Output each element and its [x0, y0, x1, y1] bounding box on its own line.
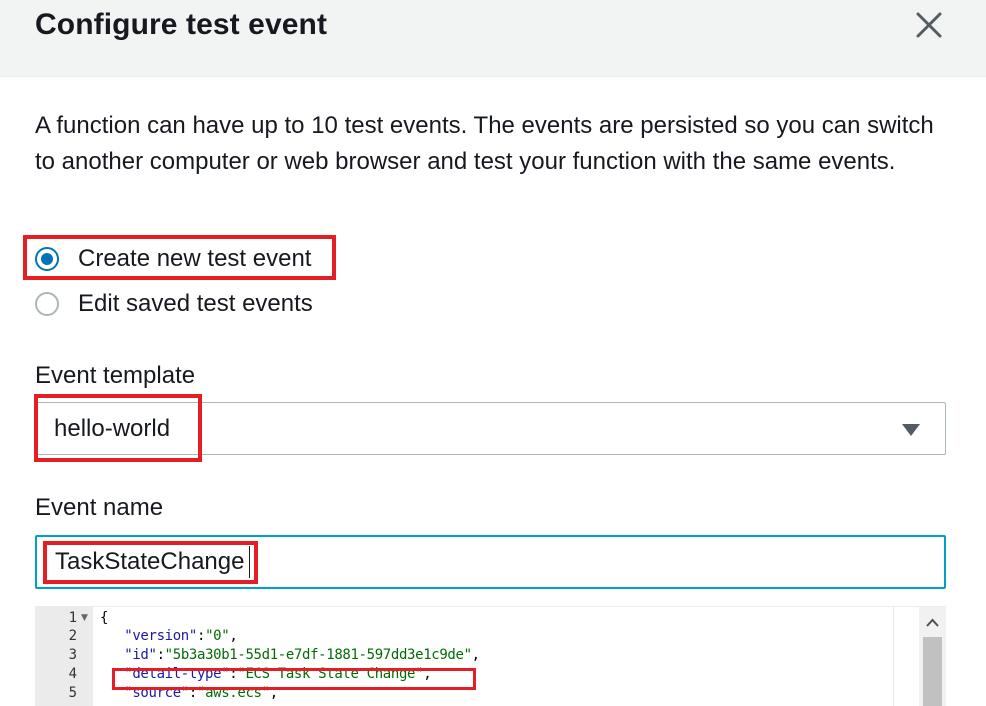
event-template-label: Event template [35, 362, 196, 389]
edit-saved-test-events-option[interactable]: Edit saved test events [35, 288, 313, 320]
json-key: "source" [124, 685, 189, 701]
print-margin [893, 607, 894, 706]
editor-gutter: 1 ▼ 2 3 4 5 [35, 607, 93, 706]
edit-saved-test-events-radio[interactable] [35, 292, 59, 316]
json-value: "aws.ecs" [196, 685, 270, 701]
close-button[interactable] [910, 6, 948, 44]
code-line: "id":"5b3a30b1-55d1-e7df-1881-597dd3e1c9… [124, 647, 480, 663]
edit-saved-test-events-label: Edit saved test events [78, 290, 313, 317]
json-value: "ECS Task State Change" [237, 666, 424, 682]
text-cursor [249, 546, 250, 578]
close-icon [916, 12, 942, 38]
create-new-test-event-option[interactable]: Create new test event [35, 243, 311, 275]
code-editor[interactable]: 1 ▼ 2 3 4 5 { "version":"0", "id":"5b3a3… [35, 606, 946, 706]
dialog-header: Configure test event [0, 0, 986, 77]
scroll-up-button[interactable] [919, 612, 946, 634]
event-name-input[interactable] [35, 535, 946, 589]
dialog-description: A function can have up to 10 test events… [35, 112, 934, 175]
code-line: "source":"aws.ecs", [124, 685, 278, 701]
line-number: 5 [68, 685, 77, 701]
line-number: 2 [68, 628, 77, 644]
line-number: 4 [68, 666, 77, 682]
json-key: "detail-type" [124, 666, 230, 682]
json-value: "0" [205, 628, 230, 644]
open-brace: { [100, 610, 109, 626]
line-number: 3 [68, 647, 77, 663]
editor-code-area[interactable]: { "version":"0", "id":"5b3a30b1-55d1-e7d… [93, 607, 946, 706]
dialog-title: Configure test event [35, 8, 328, 41]
chevron-up-icon [926, 618, 939, 627]
json-value: "5b3a30b1-55d1-e7df-1881-597dd3e1c9de" [164, 647, 472, 663]
json-key: "id" [124, 647, 157, 663]
json-key: "version" [124, 628, 197, 644]
fold-arrow-icon[interactable]: ▼ [81, 613, 88, 623]
caret-down-icon [902, 424, 920, 436]
create-new-test-event-radio[interactable] [35, 247, 59, 271]
code-line: "version":"0", [124, 628, 238, 644]
code-line: { [100, 610, 108, 626]
scroll-thumb[interactable] [923, 637, 942, 706]
code-line: "detail-type":"ECS Task State Change", [124, 666, 432, 682]
create-new-test-event-label: Create new test event [78, 245, 312, 272]
event-template-select[interactable]: hello-world [35, 402, 946, 455]
event-template-value: hello-world [54, 415, 171, 442]
line-number: 1 [68, 610, 77, 626]
event-name-label: Event name [35, 494, 164, 521]
editor-scrollbar[interactable] [919, 607, 946, 706]
